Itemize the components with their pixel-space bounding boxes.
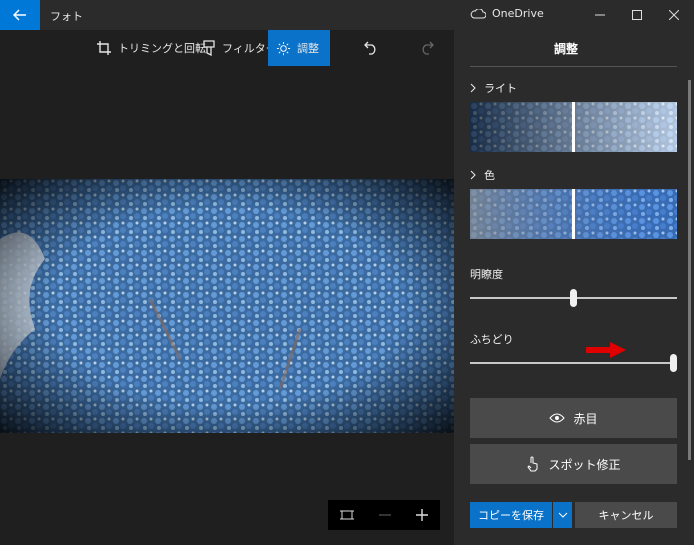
arrow-left-icon [13, 9, 26, 21]
color-label: 色 [484, 169, 495, 182]
save-copy-label: コピーを保存 [478, 509, 544, 522]
redo-button[interactable] [412, 30, 442, 66]
back-button[interactable] [0, 0, 40, 30]
photo-preview[interactable] [0, 179, 454, 433]
fit-to-window-icon[interactable] [340, 509, 355, 521]
divider [470, 66, 677, 67]
red-eye-label: 赤目 [573, 411, 598, 426]
red-eye-button[interactable]: 赤目 [470, 398, 677, 438]
adjust-tool[interactable]: 調整 [268, 30, 330, 66]
close-icon [669, 10, 679, 20]
crop-rotate-label: トリミングと回転 [118, 42, 206, 55]
redo-icon [422, 41, 434, 55]
cancel-label: キャンセル [598, 509, 654, 522]
chevron-down-icon [558, 512, 567, 518]
save-options-dropdown[interactable] [553, 502, 572, 528]
color-section-toggle[interactable]: 色 [470, 167, 495, 183]
chevron-right-icon [470, 170, 476, 180]
minimize-button[interactable] [580, 0, 620, 30]
filter-icon [203, 40, 215, 56]
maximize-icon [632, 10, 642, 20]
chevron-right-icon [470, 83, 476, 93]
sun-icon [276, 41, 291, 55]
zoom-out-icon[interactable] [378, 509, 391, 521]
onedrive-label: OneDrive [492, 7, 544, 20]
undo-icon [364, 41, 376, 55]
panel-title: 調整 [553, 42, 578, 56]
minimize-icon [595, 14, 605, 16]
cancel-button[interactable]: キャンセル [575, 502, 677, 528]
touch-hand-icon [527, 456, 538, 472]
color-slider-strip[interactable] [470, 189, 677, 239]
panel-scrollbar[interactable] [688, 80, 691, 460]
maximize-button[interactable] [617, 0, 657, 30]
color-preview [470, 189, 677, 239]
light-section-toggle[interactable]: ライト [470, 80, 517, 96]
save-copy-button[interactable]: コピーを保存 [470, 502, 552, 528]
zoom-controls [328, 500, 440, 530]
spot-fix-label: スポット修正 [548, 457, 621, 472]
eye-icon [549, 413, 566, 423]
app-title: フォト [50, 10, 83, 23]
close-button[interactable] [654, 0, 694, 30]
undo-button[interactable] [356, 30, 386, 66]
light-slider-strip[interactable] [470, 102, 677, 152]
hydrangea-photo [0, 179, 454, 433]
light-label: ライト [484, 82, 517, 95]
spot-fix-button[interactable]: スポット修正 [470, 444, 677, 484]
onedrive-status[interactable]: OneDrive [470, 7, 544, 20]
light-preview [470, 102, 677, 152]
clarity-slider-thumb[interactable] [570, 289, 577, 307]
zoom-in-icon[interactable] [415, 509, 428, 521]
vignette-slider-thumb[interactable] [670, 354, 677, 372]
vignette-slider[interactable] [470, 362, 677, 364]
cloud-icon [470, 8, 486, 18]
clarity-label: 明瞭度 [470, 268, 503, 281]
crop-icon [97, 41, 111, 55]
red-arrow-annotation [586, 342, 626, 358]
adjust-label: 調整 [297, 42, 319, 55]
vignette-label: ふちどり [470, 333, 514, 346]
